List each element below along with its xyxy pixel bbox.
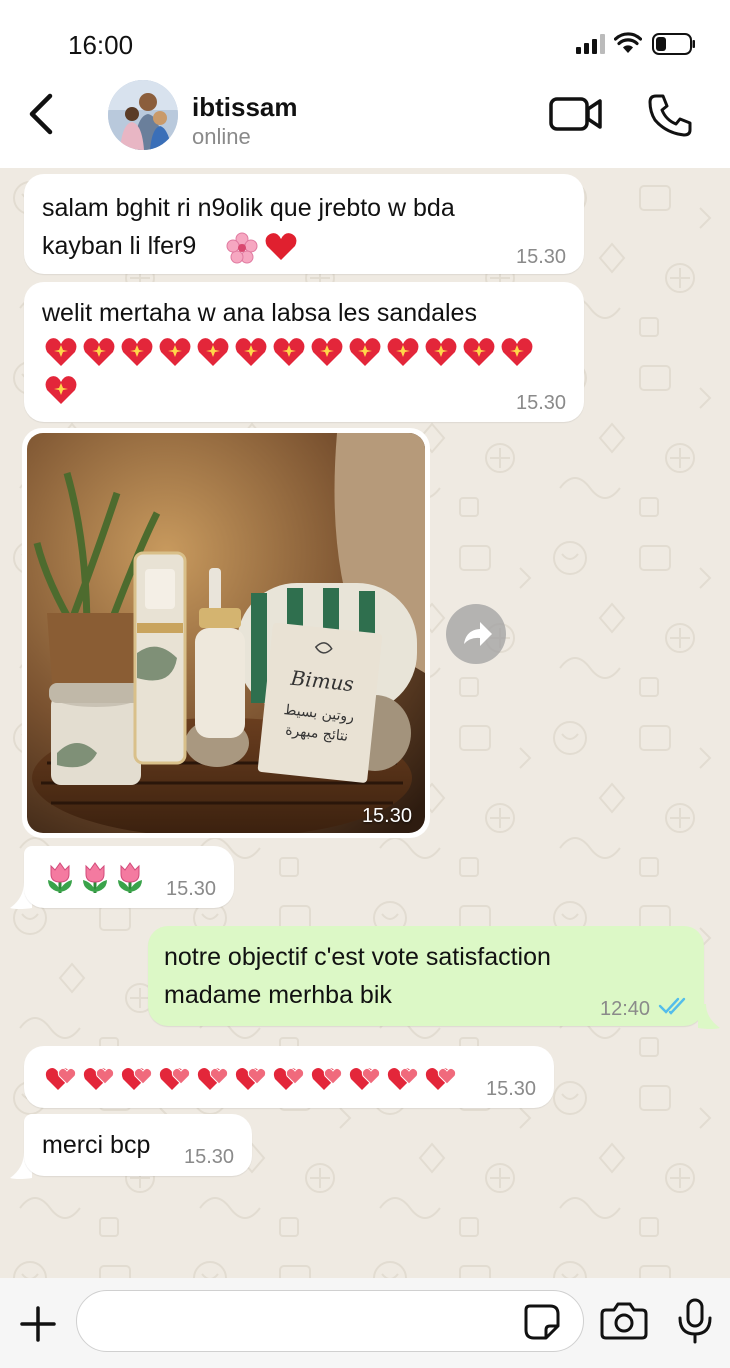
sparkling-heart-emoji-icon bbox=[45, 338, 77, 366]
camera-icon[interactable] bbox=[600, 1300, 648, 1340]
outgoing-message-bubble[interactable]: notre objectif c'est vote satisfaction m… bbox=[148, 926, 704, 1026]
sparkling-heart-emoji-icon bbox=[425, 338, 457, 366]
sparkling-heart-emoji-icon bbox=[45, 376, 77, 404]
two-hearts-emoji-icon bbox=[387, 1067, 419, 1090]
status-time: 16:00 bbox=[68, 30, 134, 60]
message-bubble[interactable]: merci bcp 15.30 bbox=[24, 1114, 252, 1176]
sparkling-heart-emoji-icon bbox=[463, 338, 495, 366]
two-hearts-emoji-icon bbox=[83, 1067, 115, 1090]
product-photo[interactable]: Bimus روتين بسيط نتائج مبهرة bbox=[27, 433, 425, 833]
battery-icon bbox=[652, 33, 695, 55]
red-heart-emoji-icon bbox=[265, 233, 297, 260]
sparkling-heart-emoji-icon bbox=[121, 338, 153, 366]
two-hearts-emoji-icon bbox=[311, 1067, 343, 1090]
emoji-row bbox=[44, 1062, 459, 1094]
contact-avatar[interactable] bbox=[108, 80, 178, 150]
sticker-icon[interactable] bbox=[522, 1302, 562, 1342]
sparkling-heart-emoji-icon bbox=[349, 338, 381, 366]
two-hearts-emoji-icon bbox=[349, 1067, 381, 1090]
message-bubble[interactable]: 15.30 bbox=[24, 1046, 554, 1108]
two-hearts-emoji-icon bbox=[45, 1067, 77, 1090]
message-bubble[interactable]: 15.30 bbox=[24, 846, 234, 908]
back-arrow-icon[interactable] bbox=[24, 92, 64, 136]
message-bubble[interactable]: salam bghit ri n9olik que jrebto w bda k… bbox=[24, 174, 584, 274]
bubble-tail bbox=[698, 1004, 720, 1029]
chat-area[interactable]: salam bghit ri n9olik que jrebto w bda k… bbox=[0, 168, 730, 1278]
image-message[interactable]: Bimus روتين بسيط نتائج مبهرة 15.30 bbox=[22, 428, 430, 838]
two-hearts-emoji-icon bbox=[197, 1067, 229, 1090]
message-bubble[interactable]: welit mertaha w ana labsa les sandales 1… bbox=[24, 282, 584, 422]
video-call-icon[interactable] bbox=[548, 94, 604, 134]
wifi-icon bbox=[614, 32, 642, 53]
two-hearts-emoji-icon bbox=[121, 1067, 153, 1090]
sparkling-heart-emoji-icon bbox=[83, 338, 115, 366]
message-text: merci bcp bbox=[42, 1131, 151, 1159]
sparkling-heart-emoji-icon bbox=[501, 338, 533, 366]
microphone-icon[interactable] bbox=[676, 1298, 714, 1344]
message-time: 15.30 bbox=[516, 246, 567, 268]
message-input-bar bbox=[0, 1278, 730, 1368]
message-time: 12:40 bbox=[600, 998, 651, 1020]
message-text: welit mertaha w ana labsa les sandales bbox=[42, 299, 477, 327]
message-text: kayban li lfer9 bbox=[42, 232, 197, 260]
emoji-row bbox=[44, 374, 79, 406]
forward-arrow-icon bbox=[464, 622, 492, 646]
phone-call-icon[interactable] bbox=[646, 92, 694, 138]
message-text: salam bghit ri n9olik que jrebto w bda bbox=[42, 194, 455, 222]
tulip-emoji-icon bbox=[48, 862, 72, 893]
sparkling-heart-emoji-icon bbox=[273, 338, 305, 366]
chat-header: ibtissam online bbox=[0, 80, 730, 168]
contact-name[interactable]: ibtissam bbox=[192, 92, 298, 123]
plus-icon[interactable] bbox=[18, 1304, 58, 1344]
read-receipt-icon bbox=[658, 997, 686, 1015]
tulip-emoji-icon bbox=[83, 862, 107, 893]
sparkling-heart-emoji-icon bbox=[235, 338, 267, 366]
sparkling-heart-emoji-icon bbox=[311, 338, 343, 366]
message-time: 15.30 bbox=[486, 1078, 537, 1100]
message-time: 15.30 bbox=[166, 878, 217, 900]
sparkling-heart-emoji-icon bbox=[159, 338, 191, 366]
contact-status: online bbox=[192, 124, 251, 149]
two-hearts-emoji-icon bbox=[159, 1067, 191, 1090]
message-time: 15.30 bbox=[184, 1146, 235, 1168]
message-input[interactable] bbox=[76, 1290, 584, 1352]
cherry-blossom-emoji-icon bbox=[226, 232, 258, 264]
two-hearts-emoji-icon bbox=[235, 1067, 267, 1090]
two-hearts-emoji-icon bbox=[425, 1067, 457, 1090]
two-hearts-emoji-icon bbox=[273, 1067, 305, 1090]
emoji-row bbox=[44, 336, 535, 368]
forward-button[interactable] bbox=[446, 604, 506, 664]
message-text: madame merhba bik bbox=[164, 981, 392, 1009]
sparkling-heart-emoji-icon bbox=[197, 338, 229, 366]
emoji-row bbox=[44, 860, 146, 894]
tulip-emoji-icon bbox=[118, 862, 142, 893]
sparkling-heart-emoji-icon bbox=[387, 338, 419, 366]
status-bar: 16:00 bbox=[0, 0, 730, 80]
message-time: 15.30 bbox=[516, 392, 567, 414]
message-time: 15.30 bbox=[361, 805, 412, 827]
message-text: notre objectif c'est vote satisfaction bbox=[164, 943, 551, 971]
cellular-signal-icon bbox=[576, 34, 605, 54]
